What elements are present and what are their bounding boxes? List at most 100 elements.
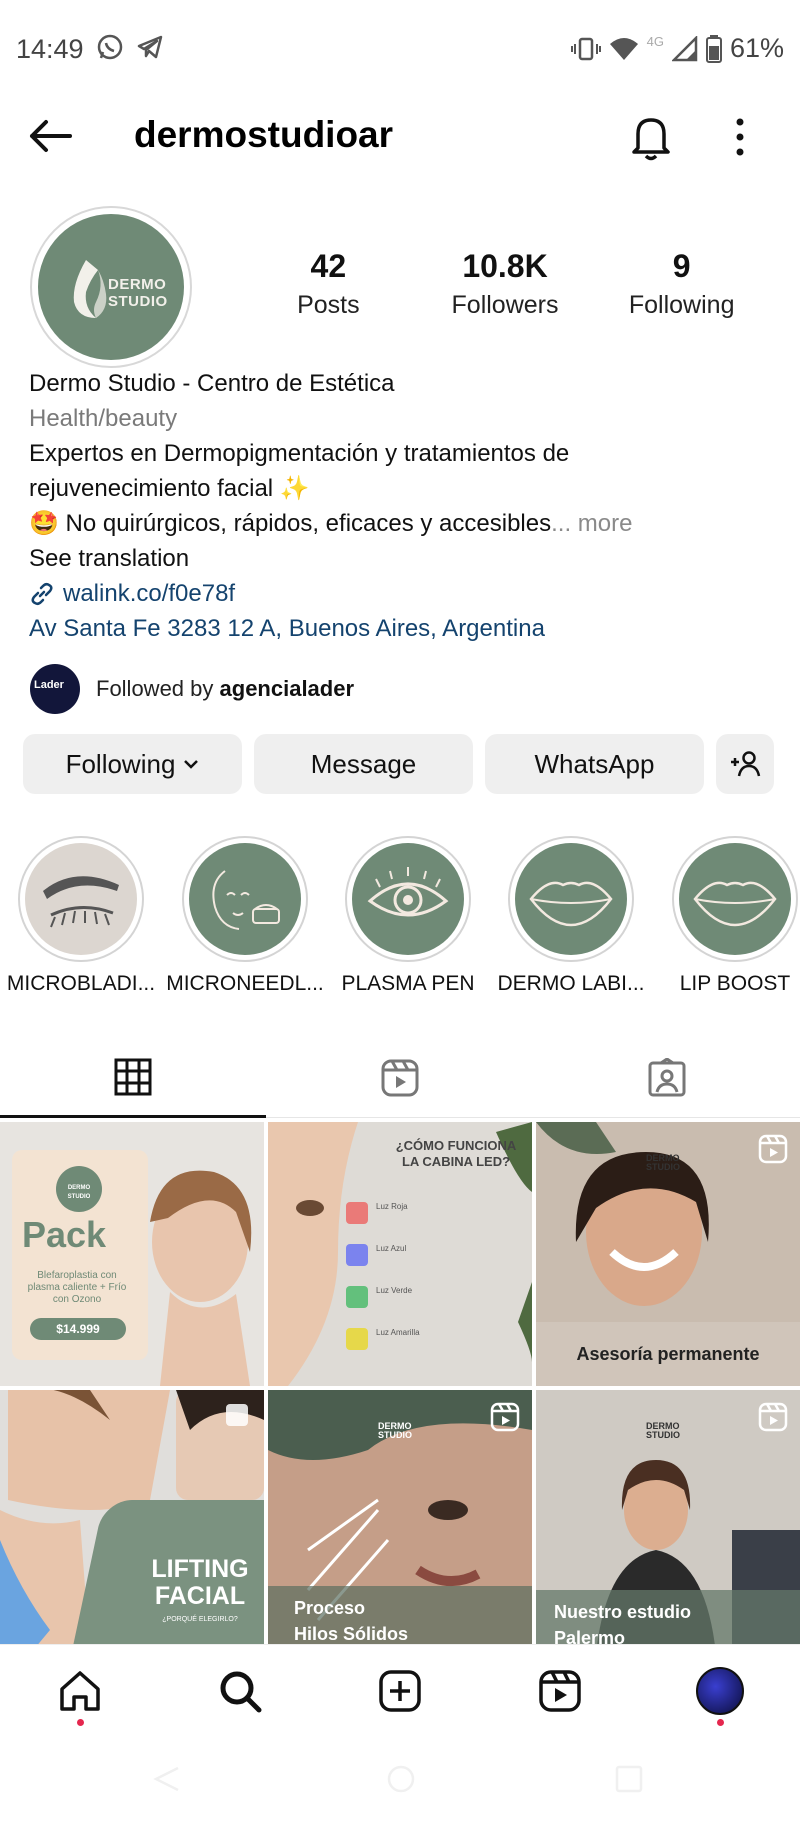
face-cream-icon — [212, 870, 280, 930]
back-button[interactable] — [26, 116, 74, 156]
followers-count[interactable]: 10.8K Followers — [417, 248, 594, 328]
avatar-text-line-2: STUDIO — [108, 293, 168, 310]
vibrate-icon — [570, 37, 601, 60]
lifting-title: LIFTING FACIAL — [140, 1556, 260, 1610]
eyebrow-icon — [43, 876, 119, 928]
status-system-icons: 4G 61% — [570, 33, 784, 64]
lips-icon — [529, 881, 613, 927]
notifications-button[interactable] — [628, 112, 674, 162]
nav-reels[interactable] — [534, 1665, 586, 1717]
add-person-icon — [731, 751, 761, 777]
message-button[interactable]: Message — [254, 734, 473, 794]
status-bar: 14:49 4G 61% — [0, 0, 800, 100]
led-item-label: Luz Amarilla — [376, 1328, 420, 1337]
post-thumbnail[interactable]: LIFTING FACIAL ¿PORQUÉ ELEGIRLO? — [0, 1390, 264, 1644]
home-icon — [60, 1671, 100, 1711]
suggested-people-button[interactable] — [716, 734, 774, 794]
highlight-ring — [18, 836, 144, 962]
bio-more-link[interactable]: more — [578, 510, 633, 537]
telegram-icon — [137, 35, 163, 59]
lifting-title-line-2: FACIAL — [154, 1582, 246, 1610]
posts-count[interactable]: 42 Posts — [240, 248, 417, 328]
profile-actions: Following Message WhatsApp — [23, 734, 777, 794]
stat-label: Following — [628, 291, 735, 319]
post-thumbnail[interactable]: DERMO STUDIO Pack Blefaroplastia con pla… — [0, 1122, 264, 1386]
profile-category: Health/beauty — [29, 405, 178, 432]
highlight-label: MICRONEEDL... — [166, 972, 324, 995]
see-translation-link[interactable]: See translation — [29, 541, 789, 576]
bell-icon — [632, 118, 670, 161]
system-back-icon[interactable] — [152, 1764, 182, 1794]
content-tabs — [0, 1038, 800, 1118]
follower-avatar-logo: Lader — [34, 679, 64, 691]
post-thumbnail[interactable]: DERMO STUDIO Nuestro estudio Palermo — [536, 1390, 800, 1644]
nav-create[interactable] — [374, 1665, 426, 1717]
story-highlights: MICROBLADI... MICRONEEDL... PLASMA PEN D… — [0, 836, 800, 1006]
profile-stats: 42 Posts 10.8K Followers 9 Following — [240, 248, 770, 328]
link-icon — [31, 582, 53, 605]
nav-home[interactable] — [54, 1665, 106, 1717]
post-brand-logo: DERMO STUDIO — [646, 1422, 680, 1440]
bio-ellipsis: ... — [551, 510, 572, 537]
chevron-down-icon — [184, 760, 199, 769]
followed-by-text: Followed by agencialader — [96, 676, 354, 702]
battery-icon — [705, 34, 722, 63]
follower-avatar: Lader — [30, 664, 80, 714]
tab-tagged[interactable] — [534, 1038, 800, 1118]
avatar-text-line-1: DERMO — [108, 276, 167, 293]
post-thumbnail[interactable]: DERMO STUDIO Asesoría permanente — [536, 1122, 800, 1386]
whatsapp-button[interactable]: WhatsApp — [485, 734, 704, 794]
post-brand-logo: DERMO STUDIO — [378, 1422, 412, 1440]
profile-bio: Dermo Studio - Centro de Estética Health… — [29, 366, 789, 646]
website-url: walink.co/f0e78f — [63, 580, 236, 607]
blue-light-swatch — [346, 1244, 368, 1266]
stat-label: Posts — [297, 291, 360, 319]
posts-grid: DERMO STUDIO Pack Blefaroplastia con pla… — [0, 1122, 800, 1644]
profile-avatar[interactable]: DERMO STUDIO — [30, 206, 192, 368]
lips-icon — [693, 881, 777, 927]
post-brand-logo: DERMO STUDIO — [646, 1154, 680, 1172]
tab-reels[interactable] — [267, 1038, 533, 1118]
back-arrow-icon — [30, 120, 72, 152]
logo-line-1: DERMO — [67, 1185, 91, 1191]
profile-username: dermostudioar — [134, 114, 394, 155]
bio-text-line: rejuvenecimiento facial ✨ — [29, 475, 310, 502]
pack-description: Blefaroplastia con plasma caliente + Frí… — [27, 1270, 127, 1305]
post-thumbnail[interactable]: DERMO STUDIO Proceso Hilos Sólidos — [268, 1390, 532, 1644]
search-icon — [220, 1671, 262, 1713]
highlight-ring — [508, 836, 634, 962]
system-recents-icon[interactable] — [614, 1764, 644, 1794]
more-options-button[interactable] — [724, 114, 756, 160]
following-count[interactable]: 9 Following — [593, 248, 770, 328]
system-home-icon[interactable] — [386, 1764, 416, 1794]
nav-search[interactable] — [214, 1665, 266, 1717]
wifi-icon — [609, 37, 638, 60]
reels-icon — [539, 1670, 581, 1712]
add-post-icon — [379, 1670, 421, 1712]
led-item-label: Luz Azul — [376, 1244, 407, 1253]
lifting-title-line-1: LIFTING — [151, 1555, 249, 1583]
post-caption: Palermo — [554, 1628, 626, 1644]
bio-text-line-truncated: 🤩 No quirúrgicos, rápidos, eficaces y ac… — [29, 506, 789, 541]
bio-text: 🤩 No quirúrgicos, rápidos, eficaces y ac… — [29, 510, 552, 537]
followed-by[interactable]: Lader Followed by agencialader — [30, 664, 354, 714]
bio-website-link[interactable]: walink.co/f0e78f — [29, 576, 789, 611]
system-navigation-bar — [0, 1738, 800, 1822]
highlight-cover — [679, 843, 791, 955]
post-thumbnail[interactable]: ¿CÓMO FUNCIONA LA CABINA LED? Luz Roja L… — [268, 1122, 532, 1386]
network-type: 4G — [646, 34, 664, 49]
avatar-brand-text: DERMO STUDIO — [108, 276, 168, 310]
nav-profile[interactable] — [694, 1665, 746, 1717]
status-notification-icons — [96, 33, 164, 61]
highlight-ring — [345, 836, 471, 962]
yellow-light-swatch — [346, 1328, 368, 1350]
red-light-swatch — [346, 1202, 368, 1224]
bottom-navigation — [0, 1644, 800, 1738]
post-caption: Hilos Sólidos — [294, 1624, 409, 1644]
following-button[interactable]: Following — [23, 734, 242, 794]
highlight-label: LIP BOOST — [679, 972, 791, 995]
business-address-link[interactable]: Av Santa Fe 3283 12 A, Buenos Aires, Arg… — [29, 611, 789, 646]
tab-posts-grid[interactable] — [0, 1038, 266, 1118]
logo-line-2: STUDIO — [378, 1430, 413, 1440]
highlight-cover — [352, 843, 464, 955]
